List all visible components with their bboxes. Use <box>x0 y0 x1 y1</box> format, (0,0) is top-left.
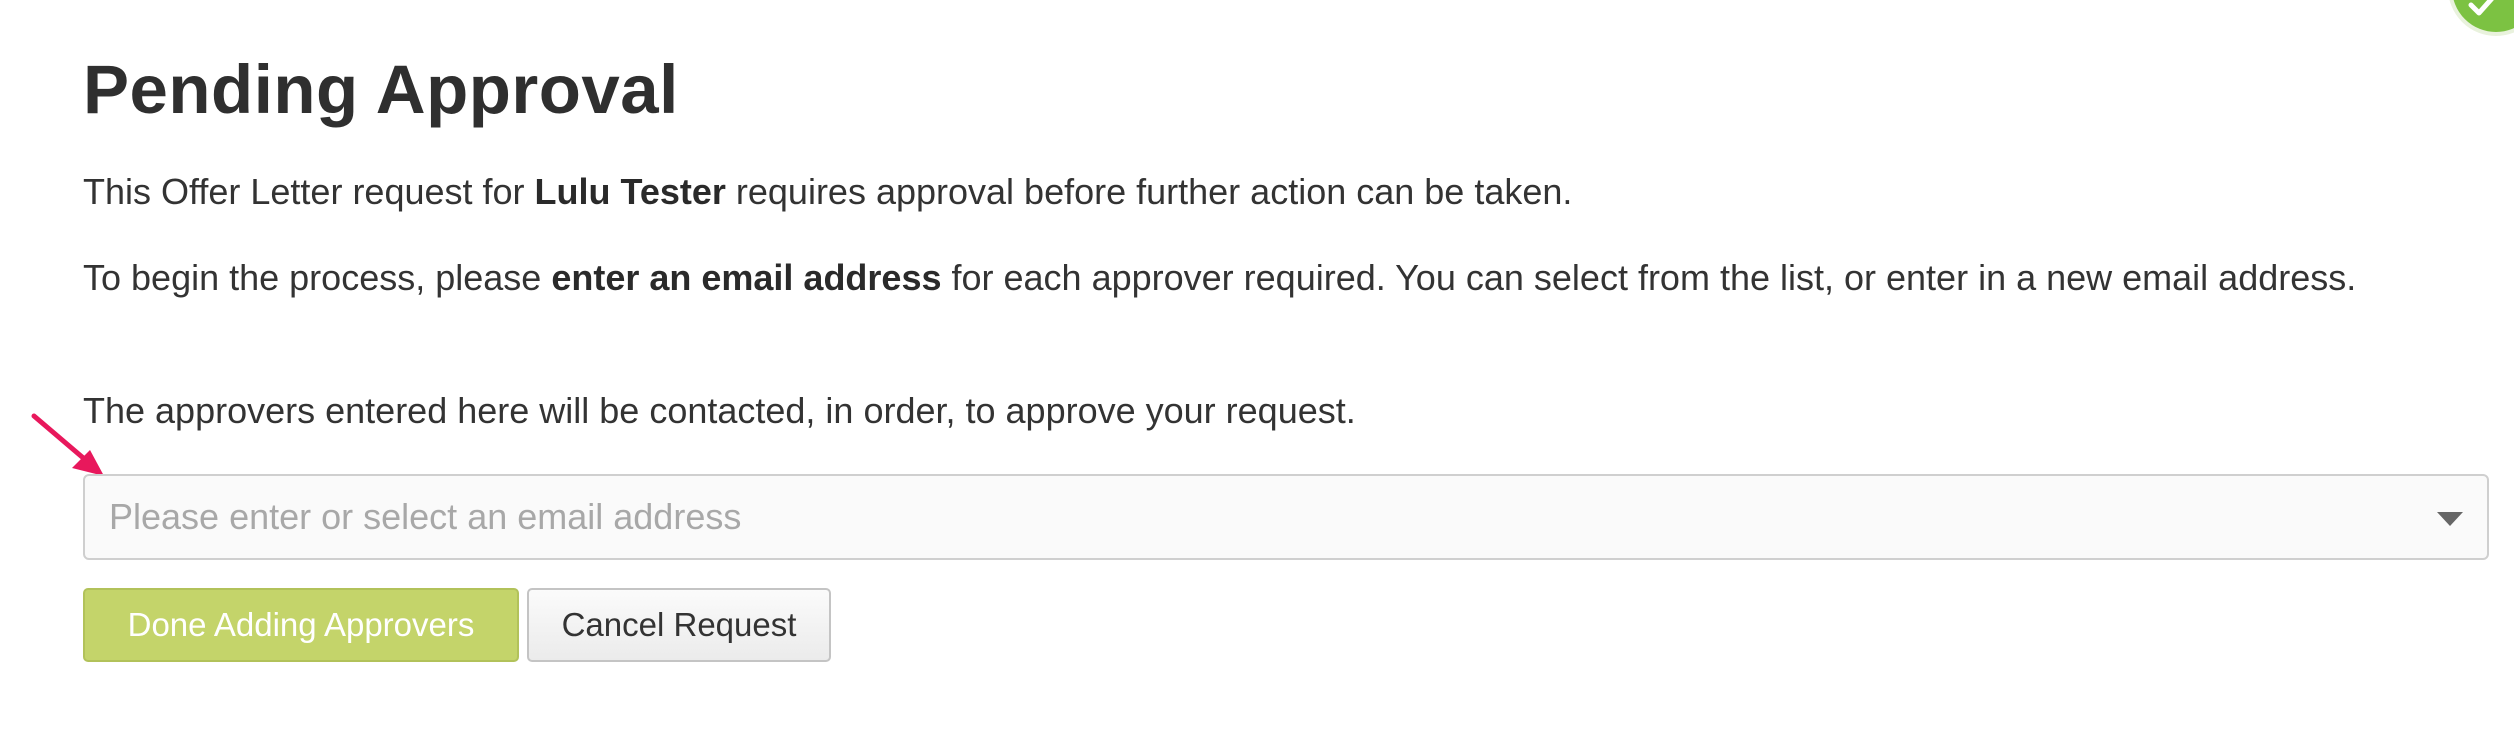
approver-email-input[interactable] <box>109 476 2409 558</box>
cancel-request-button[interactable]: Cancel Request <box>527 588 831 662</box>
intro-text: This Offer Letter request for Lulu Teste… <box>83 168 2483 216</box>
approver-order-note: The approvers entered here will be conta… <box>83 390 1356 431</box>
checkmark-badge-icon <box>2448 0 2514 36</box>
done-adding-approvers-button[interactable]: Done Adding Approvers <box>83 588 519 662</box>
page-title: Pending Approval <box>83 51 679 128</box>
intro-text-post: requires approval before further action … <box>725 171 1573 212</box>
instructions-text-post: for each approver required. You can sele… <box>941 257 2357 298</box>
chevron-down-icon[interactable] <box>2437 512 2463 526</box>
intro-text-pre: This Offer Letter request for <box>83 171 535 212</box>
instructions-emphasis: enter an email address <box>551 257 942 298</box>
instructions-text: To begin the process, please enter an em… <box>83 254 2483 302</box>
candidate-name: Lulu Tester <box>534 171 726 212</box>
instructions-text-pre: To begin the process, please <box>83 257 552 298</box>
checkmark-icon <box>2468 0 2494 16</box>
approver-email-select[interactable] <box>83 474 2489 560</box>
